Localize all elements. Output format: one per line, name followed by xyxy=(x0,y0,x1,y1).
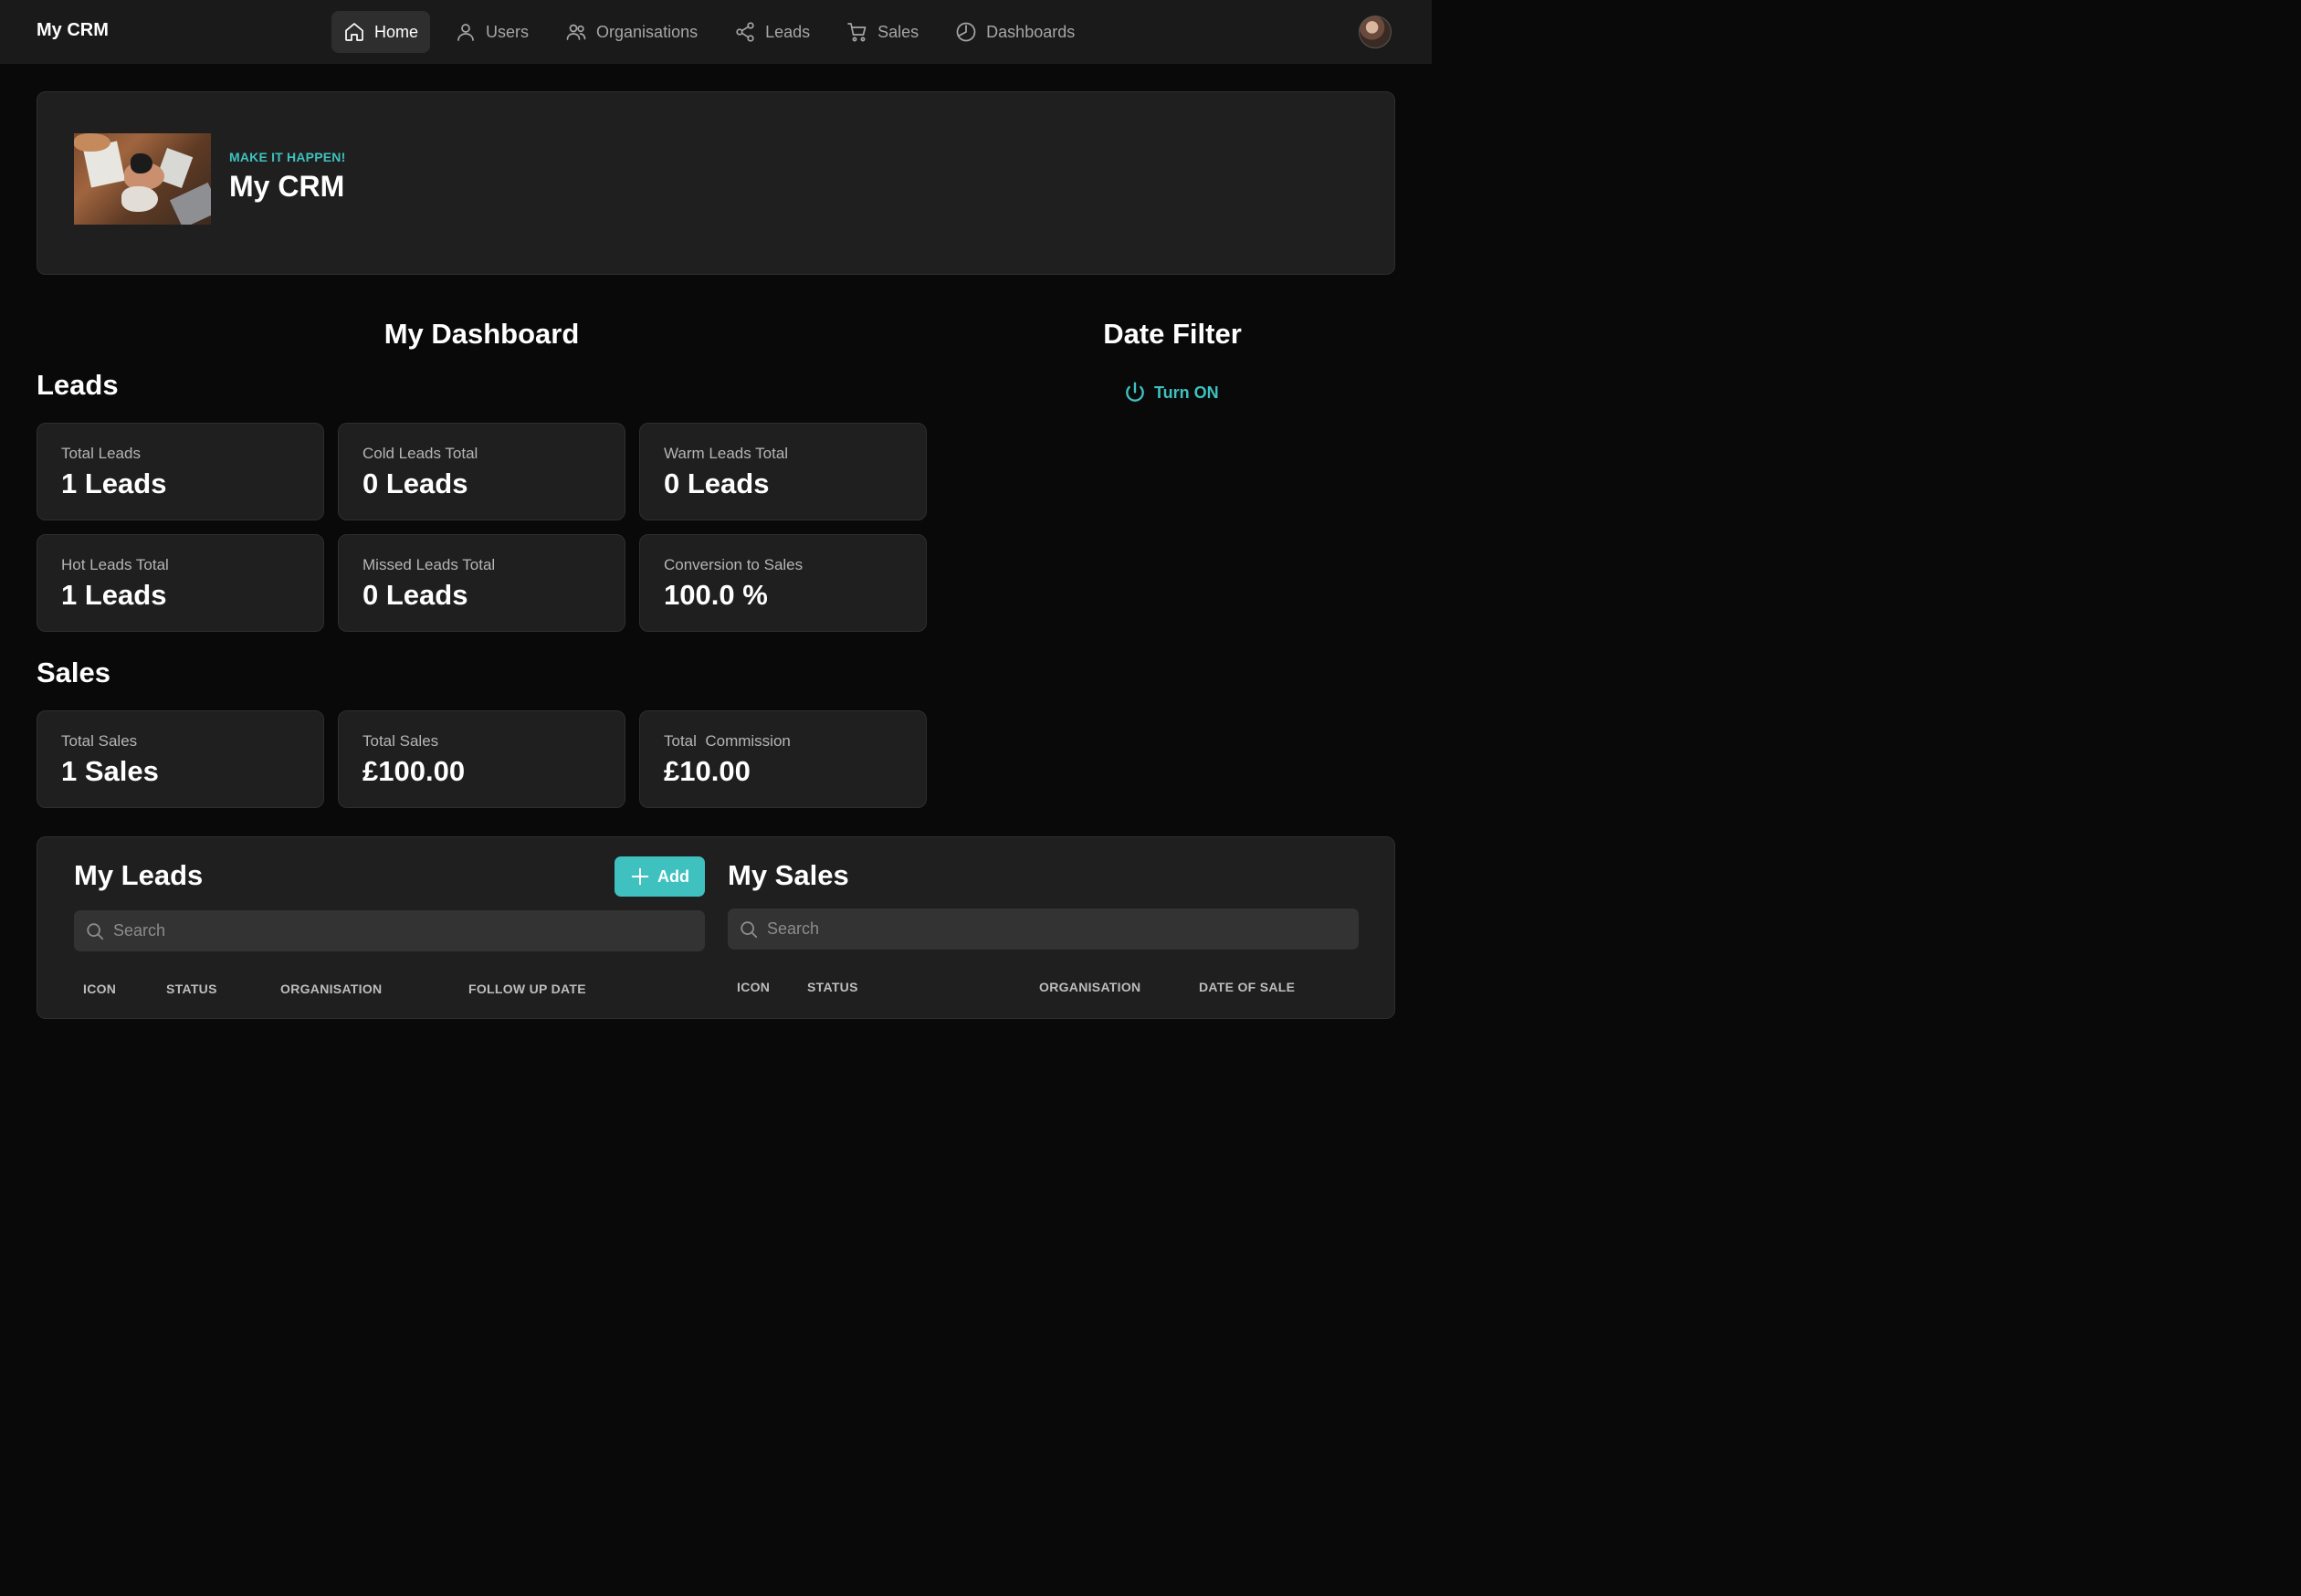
date-filter-toggle[interactable]: Turn ON xyxy=(1123,381,1219,404)
stat-value: 0 Leads xyxy=(362,579,468,611)
sales-search xyxy=(728,908,1359,950)
users-icon xyxy=(566,24,586,40)
search-icon xyxy=(741,920,758,938)
stat-label: Total Sales xyxy=(61,732,138,750)
stat-value: £10.00 xyxy=(664,755,751,787)
sales-search-input[interactable] xyxy=(767,908,1352,950)
date-filter-title: Date Filter xyxy=(1103,318,1242,350)
nav-item-users[interactable]: Users xyxy=(443,11,541,53)
nav-item-label: Dashboards xyxy=(986,22,1076,41)
stat-label: Cold Leads Total xyxy=(362,445,478,462)
stat-label: Hot Leads Total xyxy=(61,556,169,573)
brand-name[interactable]: My CRM xyxy=(37,20,109,41)
dashboard-title: My Dashboard xyxy=(384,318,580,350)
hero-image xyxy=(74,133,211,225)
nav-item-leads[interactable]: Leads xyxy=(722,11,822,53)
sales-col-icon[interactable]: ICON xyxy=(737,980,770,994)
stat-card-total-commission: Total Commission £10.00 xyxy=(639,710,927,808)
stat-label: Conversion to Sales xyxy=(664,556,804,573)
add-lead-label: Add xyxy=(657,866,689,886)
main-nav: Home Users Organisations Leads Sales Das… xyxy=(331,11,1099,53)
leads-section-title: Leads xyxy=(37,369,119,401)
stat-card-warm-leads: Warm Leads Total 0 Leads xyxy=(639,423,927,520)
stat-label: Missed Leads Total xyxy=(362,556,496,573)
stat-value: 0 Leads xyxy=(362,467,468,499)
sales-col-organisation[interactable]: ORGANISATION xyxy=(1039,980,1140,994)
search-icon xyxy=(87,922,104,940)
my-leads-title: My Leads xyxy=(74,859,204,891)
stat-card-hot-leads: Hot Leads Total 1 Leads xyxy=(37,534,324,632)
nav-item-label: Sales xyxy=(877,22,919,41)
stat-card-total-leads: Total Leads 1 Leads xyxy=(37,423,324,520)
stat-label: Total Sales xyxy=(362,732,439,750)
leads-col-icon[interactable]: ICON xyxy=(83,982,116,996)
sales-col-status[interactable]: STATUS xyxy=(807,980,858,994)
stat-label: Total Leads xyxy=(61,445,141,462)
stat-card-conversion: Conversion to Sales 100.0 % xyxy=(639,534,927,632)
leads-col-follow-up-date[interactable]: FOLLOW UP DATE xyxy=(468,982,586,996)
share-icon xyxy=(736,22,754,42)
leads-col-status[interactable]: STATUS xyxy=(166,982,217,996)
nav-item-home[interactable]: Home xyxy=(331,11,431,53)
stat-value: 1 Leads xyxy=(61,467,167,499)
home-icon xyxy=(345,23,363,41)
nav-item-label: Home xyxy=(374,22,419,41)
hero-card: MAKE IT HAPPEN! My CRM xyxy=(37,91,1395,275)
stat-label: Warm Leads Total xyxy=(664,445,789,462)
stat-value: 100.0 % xyxy=(664,579,768,611)
nav-item-label: Users xyxy=(486,22,530,41)
stat-card-total-sales-count: Total Sales 1 Sales xyxy=(37,710,324,808)
avatar[interactable] xyxy=(1359,16,1392,48)
add-lead-button[interactable]: Add xyxy=(615,856,705,897)
date-filter-toggle-label: Turn ON xyxy=(1154,383,1219,402)
hero-title: My CRM xyxy=(229,170,345,203)
sales-section-title: Sales xyxy=(37,656,111,688)
leads-search-input[interactable] xyxy=(113,910,699,951)
stat-card-total-sales-amount: Total Sales £100.00 xyxy=(338,710,625,808)
nav-item-label: Organisations xyxy=(596,22,699,41)
cart-icon xyxy=(847,23,867,42)
nav-item-organisations[interactable]: Organisations xyxy=(553,11,709,53)
nav-item-sales[interactable]: Sales xyxy=(835,11,930,53)
leads-sales-panel: My Leads Add ICON STATUS ORGANISATION FO… xyxy=(37,836,1395,1019)
stat-value: 1 Sales xyxy=(61,755,159,787)
plus-icon xyxy=(631,867,649,886)
stat-value: £100.00 xyxy=(362,755,466,787)
my-sales-title: My Sales xyxy=(728,859,849,891)
stat-card-missed-leads: Missed Leads Total 0 Leads xyxy=(338,534,625,632)
sales-col-date-of-sale[interactable]: DATE OF SALE xyxy=(1199,980,1295,994)
leads-col-organisation[interactable]: ORGANISATION xyxy=(280,982,382,996)
power-icon xyxy=(1126,382,1144,402)
nav-item-dashboards[interactable]: Dashboards xyxy=(943,11,1087,53)
stat-value: 0 Leads xyxy=(664,467,770,499)
chart-pie-icon xyxy=(956,22,976,42)
user-icon xyxy=(457,24,474,41)
hero-tagline: MAKE IT HAPPEN! xyxy=(229,150,346,164)
nav-item-label: Leads xyxy=(765,22,811,41)
leads-search xyxy=(74,910,705,951)
stat-card-cold-leads: Cold Leads Total 0 Leads xyxy=(338,423,625,520)
stat-value: 1 Leads xyxy=(61,579,167,611)
top-navbar: My CRM Home Users Organisations Leads Sa… xyxy=(0,0,1432,64)
stat-label: Total Commission xyxy=(664,732,791,750)
